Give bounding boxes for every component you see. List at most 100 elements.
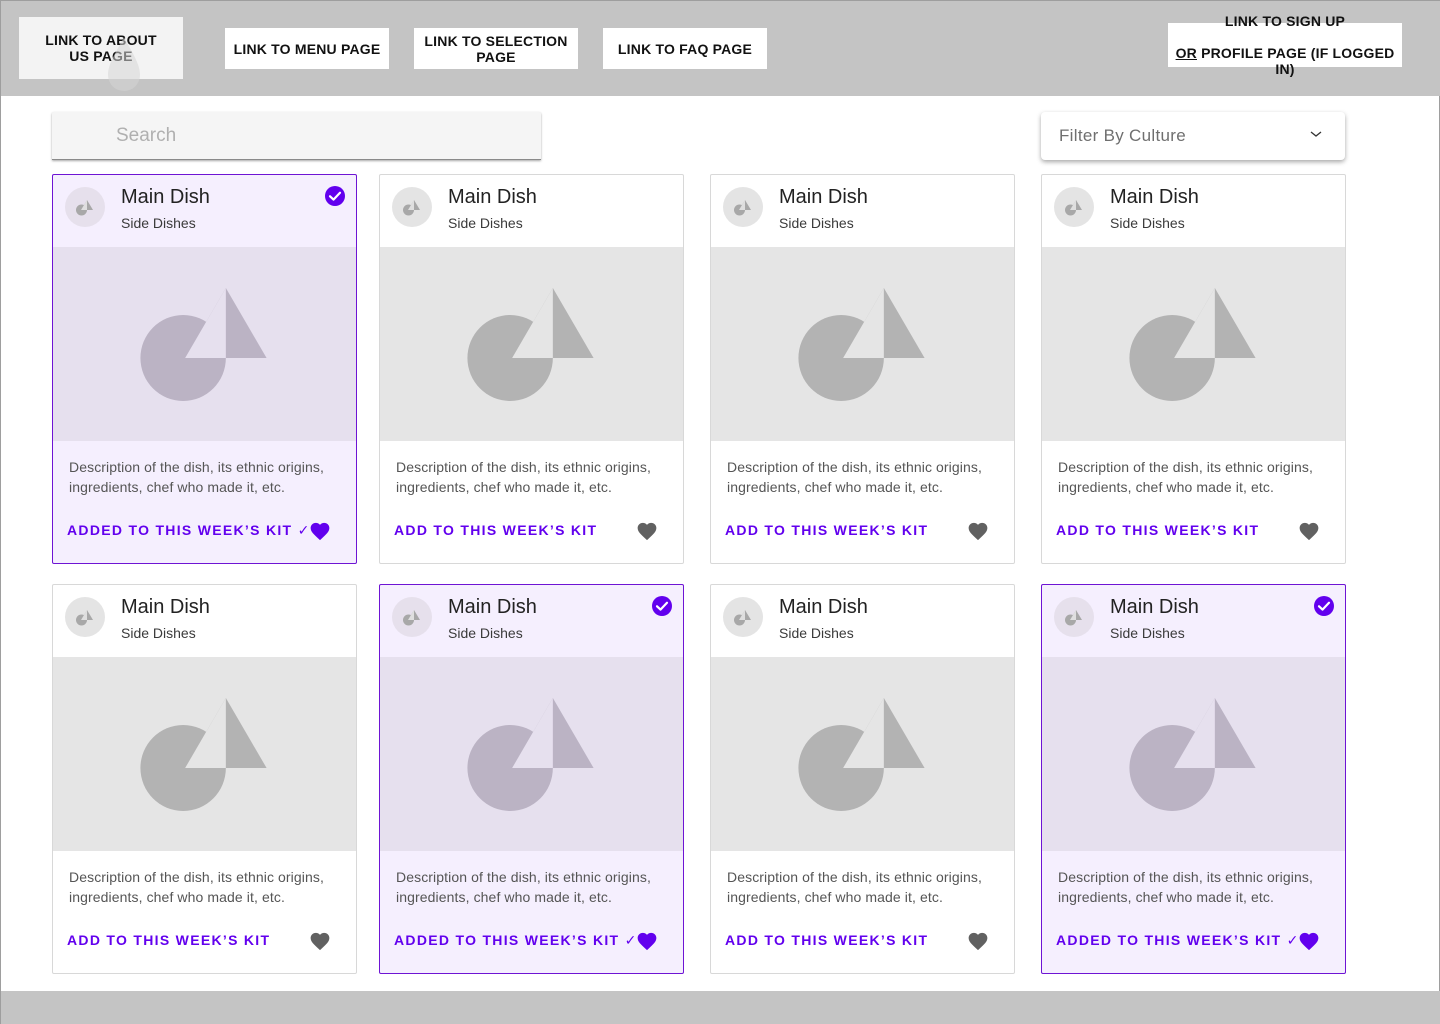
check-circle-icon[interactable] (1313, 595, 1335, 617)
about-us-link-label: LINK TO ABOUT US PAGE (45, 32, 157, 64)
image-placeholder-icon (403, 200, 420, 216)
about-us-link[interactable]: LINK TO ABOUT US PAGE (19, 17, 183, 91)
dish-card: Main Dish Side Dishes Description of the… (710, 584, 1015, 974)
image-placeholder-icon (734, 200, 751, 216)
search-box (52, 112, 541, 160)
card-subtitle: Side Dishes (779, 215, 854, 231)
card-description: Description of the dish, its ethnic orig… (727, 869, 982, 905)
avatar (65, 597, 105, 637)
add-to-kit-button[interactable]: ADD TO THIS WEEK’S KIT (725, 522, 928, 538)
heart-icon[interactable] (967, 521, 989, 541)
avatar (65, 187, 105, 227)
card-description: Description of the dish, its ethnic orig… (69, 459, 324, 495)
card-subtitle: Side Dishes (448, 215, 523, 231)
card-title: Main Dish (1110, 186, 1199, 208)
profile-link-line: OR PROFILE PAGE (IF LOGGED IN) (1168, 45, 1402, 77)
add-to-kit-button[interactable]: ADDED TO THIS WEEK’S KIT ✓ (1056, 932, 1300, 949)
check-circle-icon[interactable] (651, 595, 673, 617)
card-subtitle: Side Dishes (121, 625, 196, 641)
add-to-kit-button[interactable]: ADD TO THIS WEEK’S KIT (67, 932, 270, 948)
avatar (392, 187, 432, 227)
dish-card: Main Dish Side Dishes Description of the… (379, 584, 684, 974)
card-subtitle: Side Dishes (1110, 625, 1185, 641)
check-circle-icon[interactable] (324, 185, 346, 207)
heart-icon[interactable] (1298, 521, 1320, 541)
card-header: Main Dish Side Dishes (53, 585, 356, 657)
heart-icon[interactable] (309, 521, 331, 541)
card-subtitle: Side Dishes (779, 625, 854, 641)
card-description: Description of the dish, its ethnic orig… (69, 869, 324, 905)
card-subtitle: Side Dishes (1110, 215, 1185, 231)
selection-page-link-label: LINK TO SELECTION PAGE (424, 32, 568, 65)
search-input[interactable] (52, 112, 541, 159)
image-placeholder-icon (76, 610, 93, 626)
card-header: Main Dish Side Dishes (711, 585, 1014, 657)
avatar (392, 597, 432, 637)
card-description: Description of the dish, its ethnic orig… (1058, 869, 1313, 905)
heart-icon[interactable] (636, 521, 658, 541)
add-to-kit-button[interactable]: ADDED TO THIS WEEK’S KIT ✓ (394, 932, 638, 949)
image-placeholder-icon (140, 288, 267, 401)
image-placeholder-icon (1065, 610, 1082, 626)
card-header: Main Dish Side Dishes (380, 585, 683, 657)
image-placeholder-icon (1065, 200, 1082, 216)
image-placeholder-icon (734, 610, 751, 626)
card-header: Main Dish Side Dishes (53, 175, 356, 247)
add-to-kit-button[interactable]: ADDED TO THIS WEEK’S KIT ✓ (67, 522, 311, 539)
heart-icon[interactable] (309, 931, 331, 951)
image-placeholder-icon (403, 610, 420, 626)
signup-link-label: LINK TO SIGN UP (1224, 13, 1346, 29)
card-header: Main Dish Side Dishes (1042, 585, 1345, 657)
menu-page-link-label: LINK TO MENU PAGE (233, 40, 381, 57)
profile-link-label: PROFILE PAGE (IF LOGGED IN) (1196, 45, 1395, 77)
dish-card: Main Dish Side Dishes Description of the… (710, 174, 1015, 564)
filter-label: Filter By Culture (1059, 126, 1186, 145)
card-description: Description of the dish, its ethnic orig… (727, 459, 982, 495)
add-to-kit-button[interactable]: ADD TO THIS WEEK’S KIT (394, 522, 597, 538)
image-placeholder-icon (798, 698, 925, 811)
card-title: Main Dish (121, 596, 210, 618)
dish-card: Main Dish Side Dishes Description of the… (52, 584, 357, 974)
heart-icon[interactable] (1298, 931, 1320, 951)
card-media (53, 247, 356, 441)
card-title: Main Dish (779, 186, 868, 208)
card-media (380, 657, 683, 851)
card-media (1042, 247, 1345, 441)
card-title: Main Dish (1110, 596, 1199, 618)
add-to-kit-button[interactable]: ADD TO THIS WEEK’S KIT (1056, 522, 1259, 538)
filter-by-culture-dropdown[interactable]: Filter By Culture (1041, 112, 1345, 160)
image-placeholder-icon (1129, 288, 1256, 401)
card-title: Main Dish (448, 596, 537, 618)
heart-icon[interactable] (636, 931, 658, 951)
heart-icon[interactable] (967, 931, 989, 951)
selection-page-link[interactable]: LINK TO SELECTION PAGE (414, 28, 578, 69)
card-description: Description of the dish, its ethnic orig… (396, 869, 651, 905)
card-media (53, 657, 356, 851)
card-media (711, 657, 1014, 851)
image-placeholder-icon (140, 698, 267, 811)
card-title: Main Dish (448, 186, 537, 208)
card-description: Description of the dish, its ethnic orig… (1058, 459, 1313, 495)
dish-card: Main Dish Side Dishes Description of the… (52, 174, 357, 564)
card-media (380, 247, 683, 441)
add-to-kit-button[interactable]: ADD TO THIS WEEK’S KIT (725, 932, 928, 948)
image-placeholder-icon (798, 288, 925, 401)
card-title: Main Dish (121, 186, 210, 208)
faq-page-link-label: LINK TO FAQ PAGE (617, 40, 753, 57)
card-header: Main Dish Side Dishes (711, 175, 1014, 247)
avatar (723, 187, 763, 227)
dish-card: Main Dish Side Dishes Description of the… (379, 174, 684, 564)
faq-page-link[interactable]: LINK TO FAQ PAGE (603, 28, 767, 69)
or-label: OR (1175, 45, 1197, 61)
menu-page-link[interactable]: LINK TO MENU PAGE (225, 28, 389, 69)
signup-profile-link[interactable]: LINK TO SIGN UP OR PROFILE PAGE (IF LOGG… (1168, 13, 1402, 77)
card-header: Main Dish Side Dishes (1042, 175, 1345, 247)
avatar (1054, 597, 1094, 637)
avatar (723, 597, 763, 637)
card-header: Main Dish Side Dishes (380, 175, 683, 247)
image-placeholder-icon (76, 200, 93, 216)
card-media (711, 247, 1014, 441)
image-placeholder-icon (1129, 698, 1256, 811)
card-subtitle: Side Dishes (448, 625, 523, 641)
dish-card: Main Dish Side Dishes Description of the… (1041, 174, 1346, 564)
